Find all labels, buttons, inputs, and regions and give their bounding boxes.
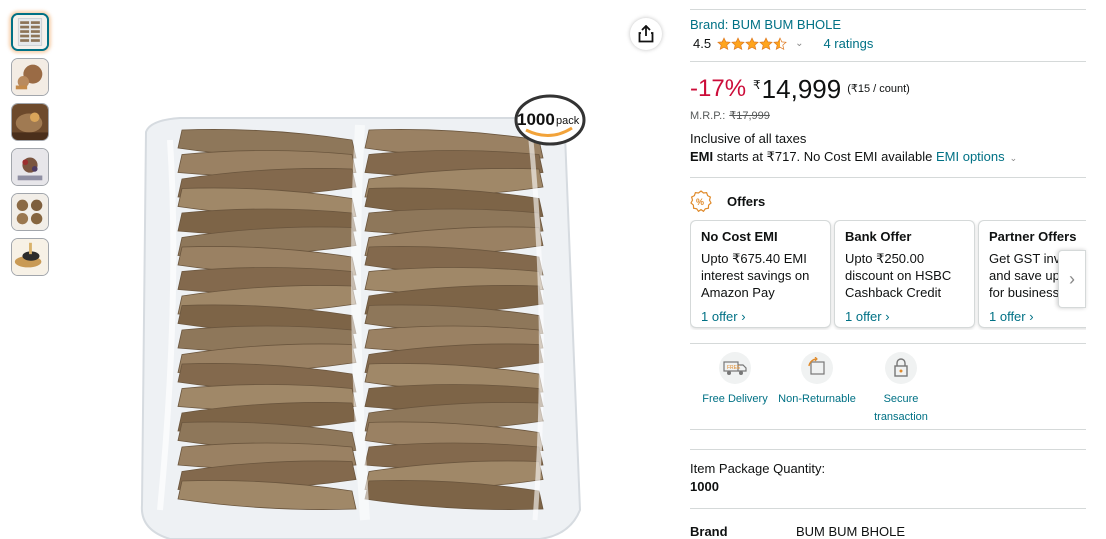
offer-body: Upto ₹675.40 EMI interest savings on Ama… (701, 251, 810, 300)
star-icon (759, 36, 773, 50)
feature-label: Secure transaction (874, 393, 928, 423)
star-icon (731, 36, 745, 50)
main-product-image[interactable]: 1000 pack (60, 0, 680, 539)
thumbnail-3[interactable] (11, 103, 49, 141)
rating-row: 4.5 ⌄ 4 ratings (693, 36, 873, 51)
offer-link[interactable]: 1 offer › (989, 309, 1086, 324)
offer-badge-icon: % (690, 190, 712, 212)
carousel-next-button[interactable]: › (1058, 250, 1086, 308)
share-button[interactable] (630, 18, 662, 50)
emi-options-link[interactable]: EMI options (936, 149, 1005, 164)
brand-value: BUM BUM BHOLE (796, 524, 906, 539)
price-row: -17% ₹ 14,999 (₹15 / count) (690, 74, 910, 104)
svg-text:FREE: FREE (727, 365, 741, 371)
price-value: 14,999 (761, 74, 842, 104)
thumbnail-5[interactable] (11, 193, 49, 231)
mrp: M.R.P.: ₹17,999 (690, 109, 770, 122)
chevron-down-icon[interactable]: ⌄ (795, 38, 803, 49)
offer-title: No Cost EMI (701, 229, 778, 244)
divider-features (690, 343, 1086, 344)
svg-text:%: % (696, 197, 704, 207)
offer-link[interactable]: 1 offer › (845, 309, 964, 324)
divider-top (690, 9, 1086, 10)
divider-quantity (690, 449, 1086, 450)
feature-label: Non-Returnable (778, 393, 856, 405)
ratings-count-link[interactable]: 4 ratings (823, 36, 873, 51)
offers-heading: % Offers (690, 190, 765, 212)
thumbnail-main[interactable] (11, 13, 49, 51)
star-icon (717, 36, 731, 50)
offer-title: Bank Offer (845, 229, 912, 244)
thumbnail-strip (11, 13, 51, 283)
mrp-value: ₹17,999 (729, 110, 770, 122)
offer-card-bank-offer[interactable]: Bank Offer Upto ₹250.00 discount on HSBC… (834, 220, 975, 328)
feature-free-delivery[interactable]: FREE Free Delivery (696, 352, 774, 408)
return-icon (801, 352, 833, 384)
brand-link[interactable]: Brand: BUM BUM BHOLE (690, 17, 841, 32)
emi-text: starts at ₹717. No Cost EMI available (713, 149, 936, 164)
discount-percent: -17% (690, 75, 747, 102)
feature-icons: FREE Free Delivery Non-Returnable Secure… (690, 352, 1086, 427)
truck-icon: FREE (719, 352, 751, 384)
offer-title: Partner Offers (989, 229, 1077, 244)
star-icon (745, 36, 759, 50)
divider-price (690, 61, 1086, 62)
tax-note: Inclusive of all taxes (690, 131, 807, 146)
offer-cards-carousel: No Cost EMI Upto ₹675.40 EMI interest sa… (690, 220, 1086, 330)
share-icon (638, 25, 654, 43)
feature-non-returnable[interactable]: Non-Returnable (776, 352, 858, 408)
offer-card-no-cost-emi[interactable]: No Cost EMI Upto ₹675.40 EMI interest sa… (690, 220, 831, 328)
thumbnail-6[interactable] (11, 238, 49, 276)
emi-bold: EMI (690, 149, 714, 164)
mrp-label: M.R.P.: (690, 110, 726, 122)
emi-line: EMI starts at ₹717. No Cost EMI availabl… (690, 149, 1017, 165)
offer-body: Upto ₹250.00 discount on HSBC Cashback C… (845, 251, 952, 300)
star-icon (773, 36, 787, 50)
brand-label: Brand (690, 524, 728, 539)
currency-symbol: ₹ (753, 78, 761, 92)
thumbnail-2[interactable] (11, 58, 49, 96)
divider-details (690, 429, 1086, 430)
chevron-right-icon: › (1069, 268, 1075, 289)
offer-link[interactable]: 1 offer › (701, 309, 820, 324)
pack-badge-number: 1000 (517, 110, 555, 129)
rating-stars[interactable] (717, 36, 787, 51)
offers-title: Offers (727, 193, 766, 209)
divider-brand (690, 508, 1086, 509)
feature-secure-transaction[interactable]: Secure transaction (868, 352, 934, 426)
package-quantity-label: Item Package Quantity: (690, 461, 826, 476)
divider-offers (690, 177, 1086, 178)
unit-price: (₹15 / count) (847, 83, 910, 95)
feature-label: Free Delivery (702, 393, 768, 405)
package-quantity-value[interactable]: 1000 (690, 479, 719, 494)
pack-badge-suffix: pack (556, 115, 580, 127)
thumbnail-4[interactable] (11, 148, 49, 186)
chevron-down-icon[interactable]: ⌄ (1010, 153, 1018, 163)
rating-value: 4.5 (693, 36, 712, 51)
lock-icon (885, 352, 917, 384)
